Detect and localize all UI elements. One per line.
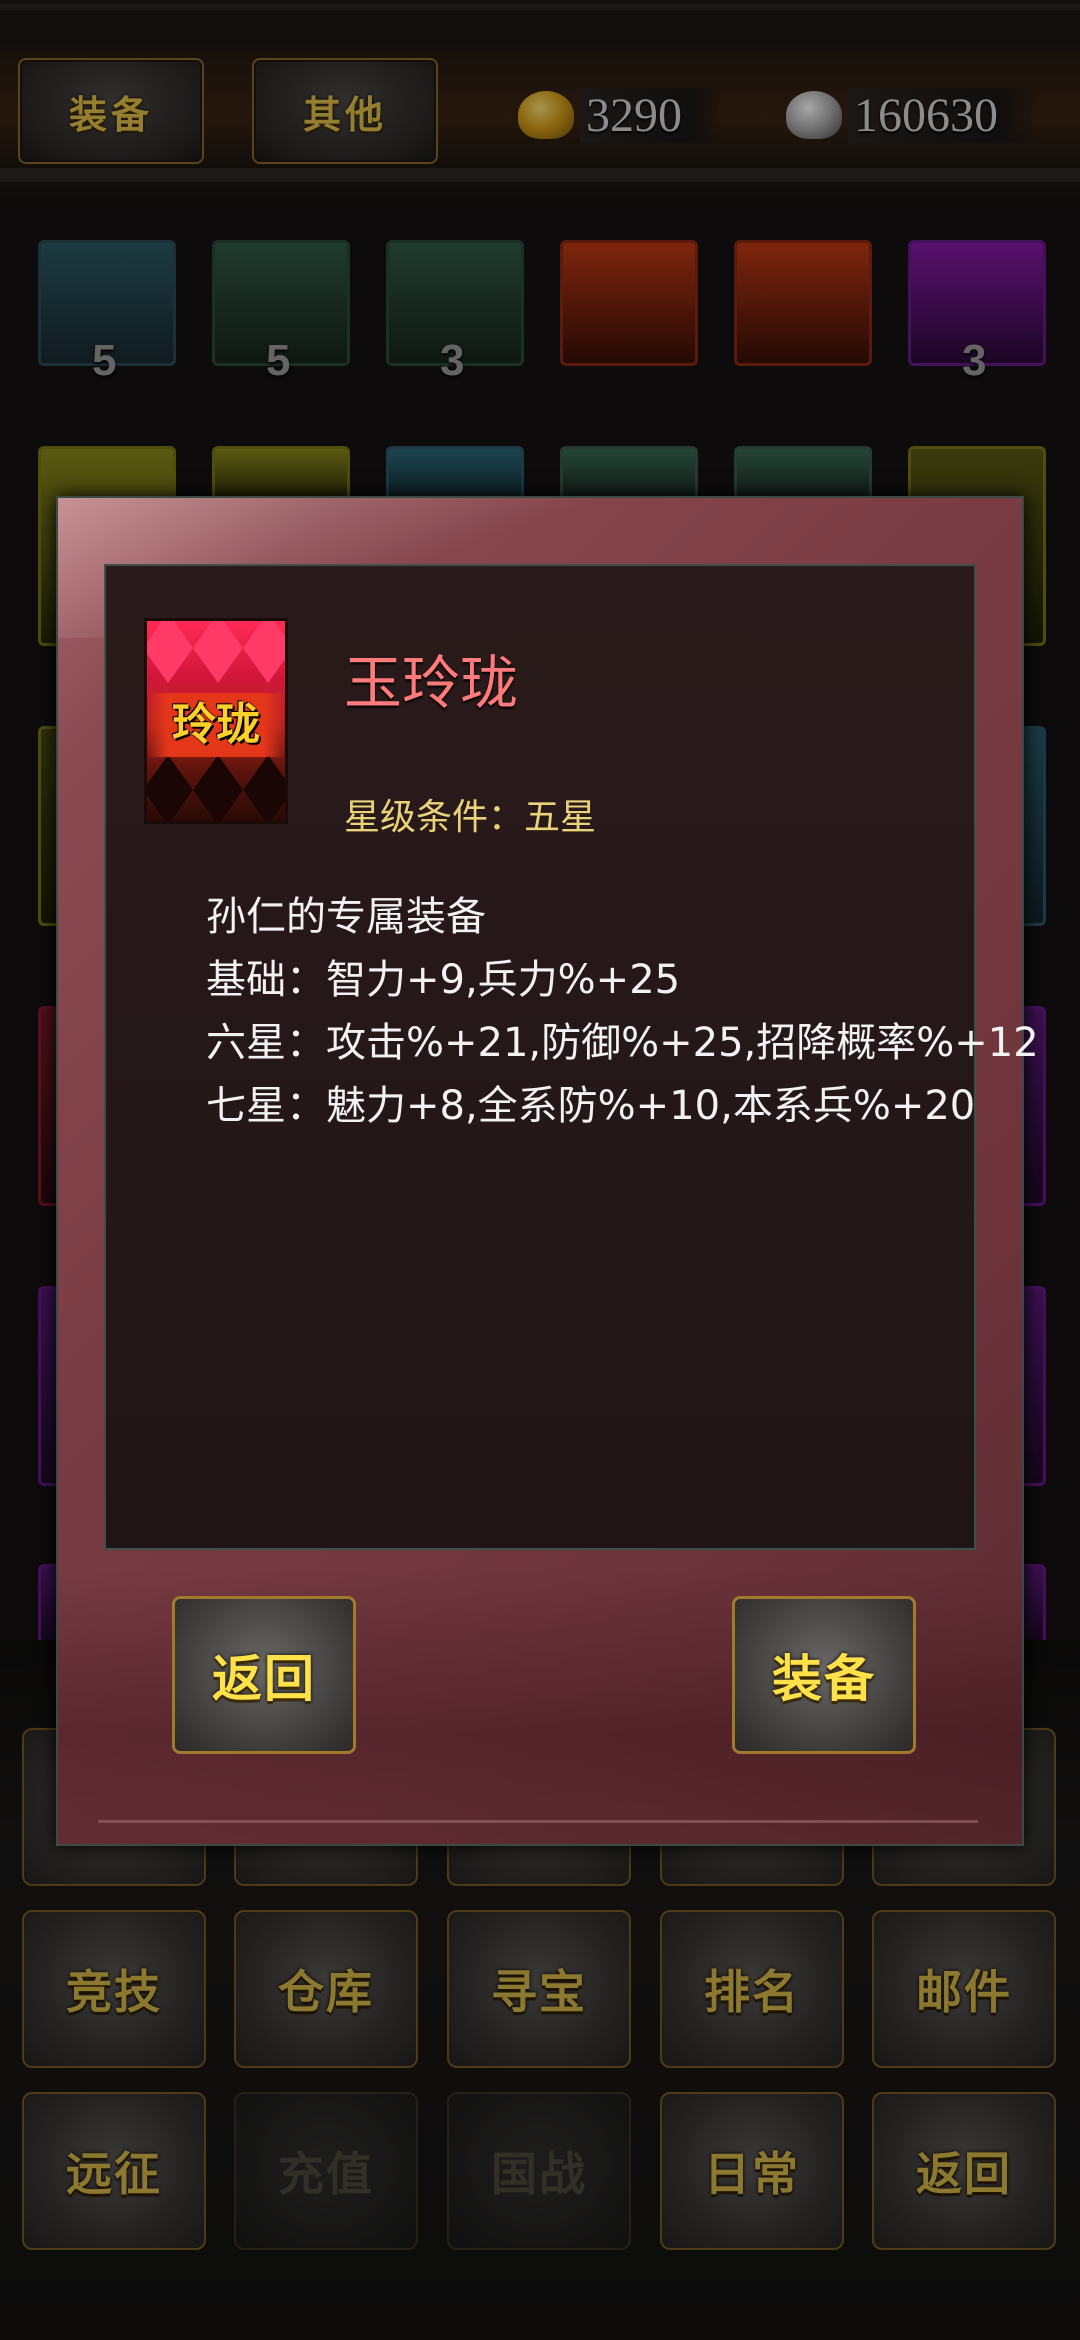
item-icon-label: 玲珑: [147, 693, 285, 757]
item-card-icon: 玲珑: [144, 618, 288, 824]
description-line: 基础：智力+9,兵力%+25: [206, 957, 681, 1003]
description-line: 七星：魅力+8,全系防%+10,本系兵%+20: [206, 1083, 976, 1129]
star-requirement: 星级条件：五星: [344, 797, 597, 838]
item-detail-dialog: 玲珑 玉玲珑 星级条件：五星 孙仁的专属装备 基础：智力+9,兵力%+25 六星…: [56, 496, 1039, 1846]
dialog-divider: [98, 1820, 978, 1823]
back-button[interactable]: 返回: [172, 1596, 356, 1754]
item-name: 玉玲珑: [344, 649, 519, 717]
description-line: 六星：攻击%+21,防御%+25,招降概率%+12: [206, 1020, 1039, 1066]
item-description: 孙仁的专属装备 基础：智力+9,兵力%+25 六星：攻击%+21,防御%+25,…: [206, 886, 1039, 1138]
description-line: 孙仁的专属装备: [206, 894, 486, 940]
item-info-panel: 玲珑 玉玲珑 星级条件：五星 孙仁的专属装备 基础：智力+9,兵力%+25 六星…: [104, 564, 1039, 1550]
equip-button[interactable]: 装备: [732, 1596, 916, 1754]
